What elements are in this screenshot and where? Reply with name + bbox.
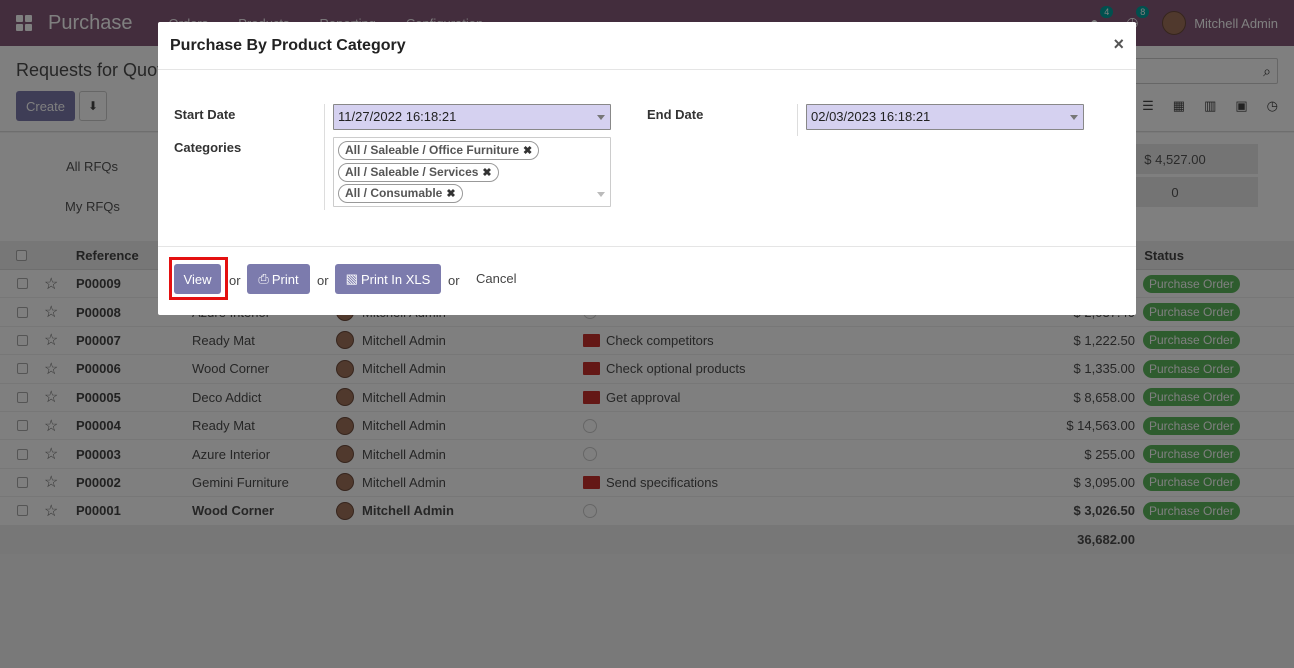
end-date-field[interactable]: 02/03/2023 16:18:21 xyxy=(806,104,1084,130)
chevron-down-icon[interactable] xyxy=(597,192,605,197)
close-icon[interactable]: × xyxy=(1113,34,1124,55)
end-date-label: End Date xyxy=(647,107,704,122)
category-tag[interactable]: All / Saleable / Services ✖ xyxy=(338,163,499,182)
start-date-value: 11/27/2022 16:18:21 xyxy=(338,109,457,124)
remove-tag-icon[interactable]: ✖ xyxy=(482,167,491,179)
category-tag[interactable]: All / Saleable / Office Furniture ✖ xyxy=(338,141,540,160)
or-text: or xyxy=(448,273,460,288)
modal-header: Purchase By Product Category × xyxy=(158,22,1136,70)
categories-field[interactable]: All / Saleable / Office Furniture ✖ All /… xyxy=(333,137,611,207)
or-text: or xyxy=(229,273,241,288)
modal-title: Purchase By Product Category xyxy=(170,37,406,54)
or-text: or xyxy=(317,273,329,288)
category-tag[interactable]: All / Consumable ✖ xyxy=(338,184,463,203)
start-date-field[interactable]: 11/27/2022 16:18:21 xyxy=(333,104,611,130)
start-date-label: Start Date xyxy=(174,107,236,122)
printer-icon: ⎙ xyxy=(258,271,269,286)
end-date-value: 02/03/2023 16:18:21 xyxy=(811,109,931,124)
chevron-down-icon[interactable] xyxy=(597,115,605,120)
purchase-report-dialog: Purchase By Product Category × Start Dat… xyxy=(158,22,1136,315)
print-button[interactable]: ⎙ Print xyxy=(247,264,310,294)
modal-footer: View or ⎙ Print or ▧ Print In XLS or Cance… xyxy=(158,246,1136,315)
view-button[interactable]: View xyxy=(174,264,221,294)
remove-tag-icon[interactable]: ✖ xyxy=(523,145,532,157)
chevron-down-icon[interactable] xyxy=(1070,115,1078,120)
print-xls-button[interactable]: ▧ Print In XLS xyxy=(335,264,441,294)
remove-tag-icon[interactable]: ✖ xyxy=(446,188,455,200)
cancel-button[interactable]: Cancel xyxy=(476,271,516,286)
excel-file-icon: ▧ xyxy=(345,271,358,286)
categories-label: Categories xyxy=(174,140,242,155)
modal-body: Start Date 11/27/2022 16:18:21 End Date … xyxy=(158,70,1136,247)
